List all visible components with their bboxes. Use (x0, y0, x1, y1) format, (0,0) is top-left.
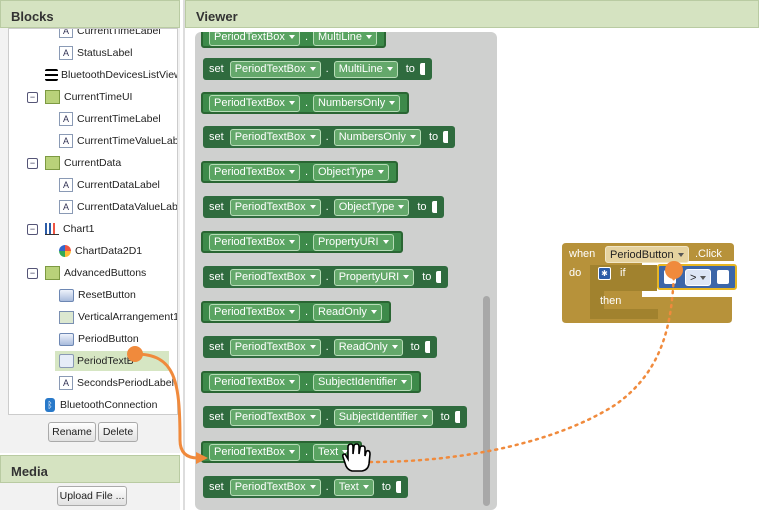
drop-target-marker (665, 261, 683, 279)
arrowhead-icon (196, 452, 208, 464)
drag-start-marker (127, 346, 143, 362)
drop-target-dotted-path (368, 270, 676, 464)
drag-path-arrow (134, 352, 199, 460)
hand-cursor-icon (341, 443, 371, 472)
annotation-overlay (127, 261, 683, 472)
